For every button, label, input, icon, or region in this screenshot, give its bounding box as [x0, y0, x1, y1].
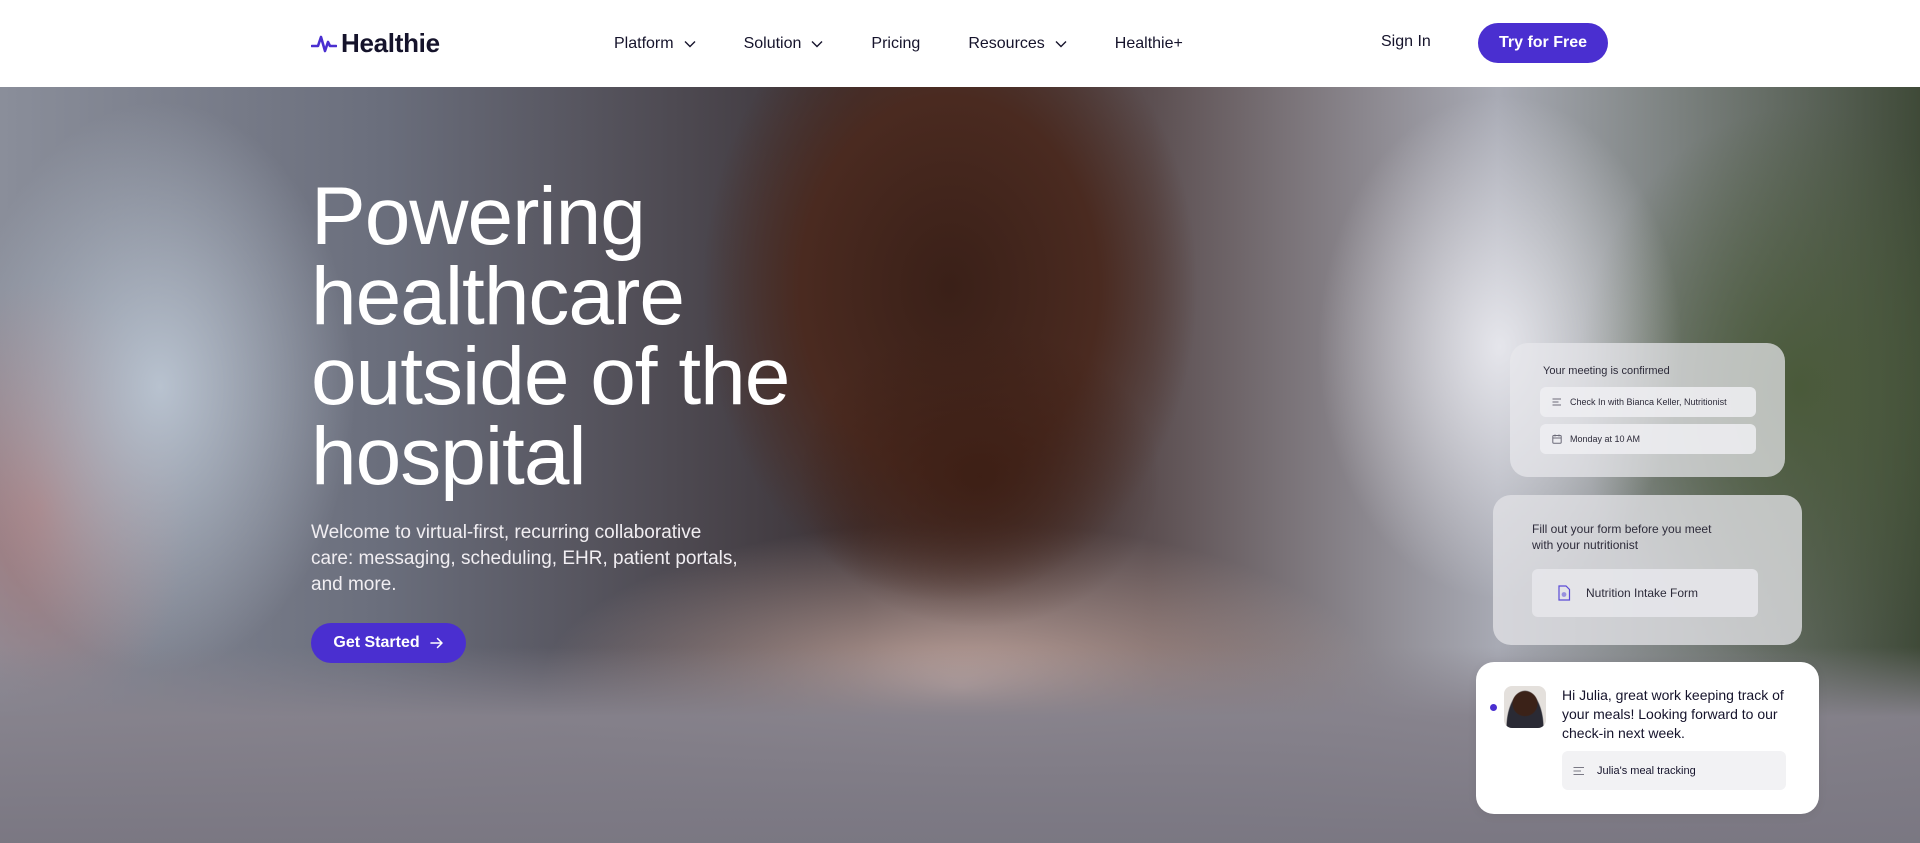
- nav-item-solution[interactable]: Solution: [744, 35, 824, 53]
- hero-title-line: Powering: [311, 171, 646, 262]
- form-card-title: Fill out your form before you meet with …: [1532, 522, 1712, 552]
- meeting-time-text: Monday at 10 AM: [1570, 434, 1641, 444]
- avatar: [1504, 686, 1546, 728]
- meal-tracking-attachment[interactable]: Julia's meal tracking: [1562, 751, 1786, 790]
- nav-item-label: Pricing: [871, 34, 921, 52]
- form-item-label: Nutrition Intake Form: [1586, 586, 1699, 600]
- nav-item-label: Resources: [968, 34, 1045, 52]
- nav-item-platform[interactable]: Platform: [614, 35, 696, 53]
- sign-in-link[interactable]: Sign In: [1381, 33, 1431, 51]
- pulse-logo-icon: [311, 35, 337, 52]
- nav-item-resources[interactable]: Resources: [968, 34, 1067, 53]
- calendar-icon: [1552, 434, 1562, 444]
- meeting-detail-text: Check In with Bianca Keller, Nutritionis…: [1570, 397, 1727, 407]
- nav-item-label: Platform: [614, 34, 674, 52]
- attachment-label: Julia's meal tracking: [1597, 764, 1696, 777]
- brand-name: Healthie: [341, 28, 440, 58]
- hero-title-line: hospital: [311, 411, 587, 502]
- try-for-free-button[interactable]: Try for Free: [1478, 23, 1608, 63]
- get-started-label: Get Started: [333, 634, 420, 651]
- chevron-down-icon: [684, 40, 696, 47]
- meeting-card-title: Your meeting is confirmed: [1543, 365, 1670, 377]
- meeting-detail-row: Check In with Bianca Keller, Nutritionis…: [1540, 387, 1756, 417]
- meeting-time-row: Monday at 10 AM: [1540, 424, 1756, 454]
- message-text: Hi Julia, great work keeping track of yo…: [1562, 687, 1784, 741]
- nav-item-healthie-plus[interactable]: Healthie+: [1115, 35, 1183, 53]
- healthie-logo[interactable]: Healthie: [311, 28, 440, 59]
- chevron-down-icon: [811, 40, 823, 47]
- nutrition-intake-form-item[interactable]: Nutrition Intake Form: [1532, 569, 1758, 617]
- top-navigation: Healthie Platform Solution Pricing Resou…: [0, 0, 1920, 87]
- unread-indicator: [1490, 704, 1497, 711]
- nav-menu: Platform Solution Pricing Resources Heal…: [614, 0, 1231, 87]
- get-started-button[interactable]: Get Started: [311, 623, 466, 663]
- hero-section: Powering healthcare outside of the hospi…: [0, 87, 1920, 843]
- hero-title-line: outside of the: [311, 331, 790, 422]
- chevron-down-icon: [1055, 40, 1067, 47]
- text-lines-icon: [1552, 398, 1561, 406]
- nav-item-label: Solution: [743, 34, 802, 52]
- hero-title-line: healthcare: [311, 251, 685, 342]
- document-icon: [1558, 585, 1571, 601]
- meeting-confirmed-card: Your meeting is confirmed Check In with …: [1510, 343, 1785, 477]
- hero-subtitle: Welcome to virtual-first, recurring coll…: [311, 522, 738, 595]
- text-lines-icon: [1573, 766, 1584, 775]
- nav-item-label: Healthie+: [1114, 34, 1183, 52]
- intake-form-card: Fill out your form before you meet with …: [1493, 495, 1802, 645]
- message-card: Hi Julia, great work keeping track of yo…: [1476, 662, 1819, 814]
- arrow-right-icon: [429, 637, 443, 649]
- hero-title: Powering healthcare outside of the hospi…: [311, 171, 871, 502]
- nav-item-pricing[interactable]: Pricing: [871, 35, 920, 53]
